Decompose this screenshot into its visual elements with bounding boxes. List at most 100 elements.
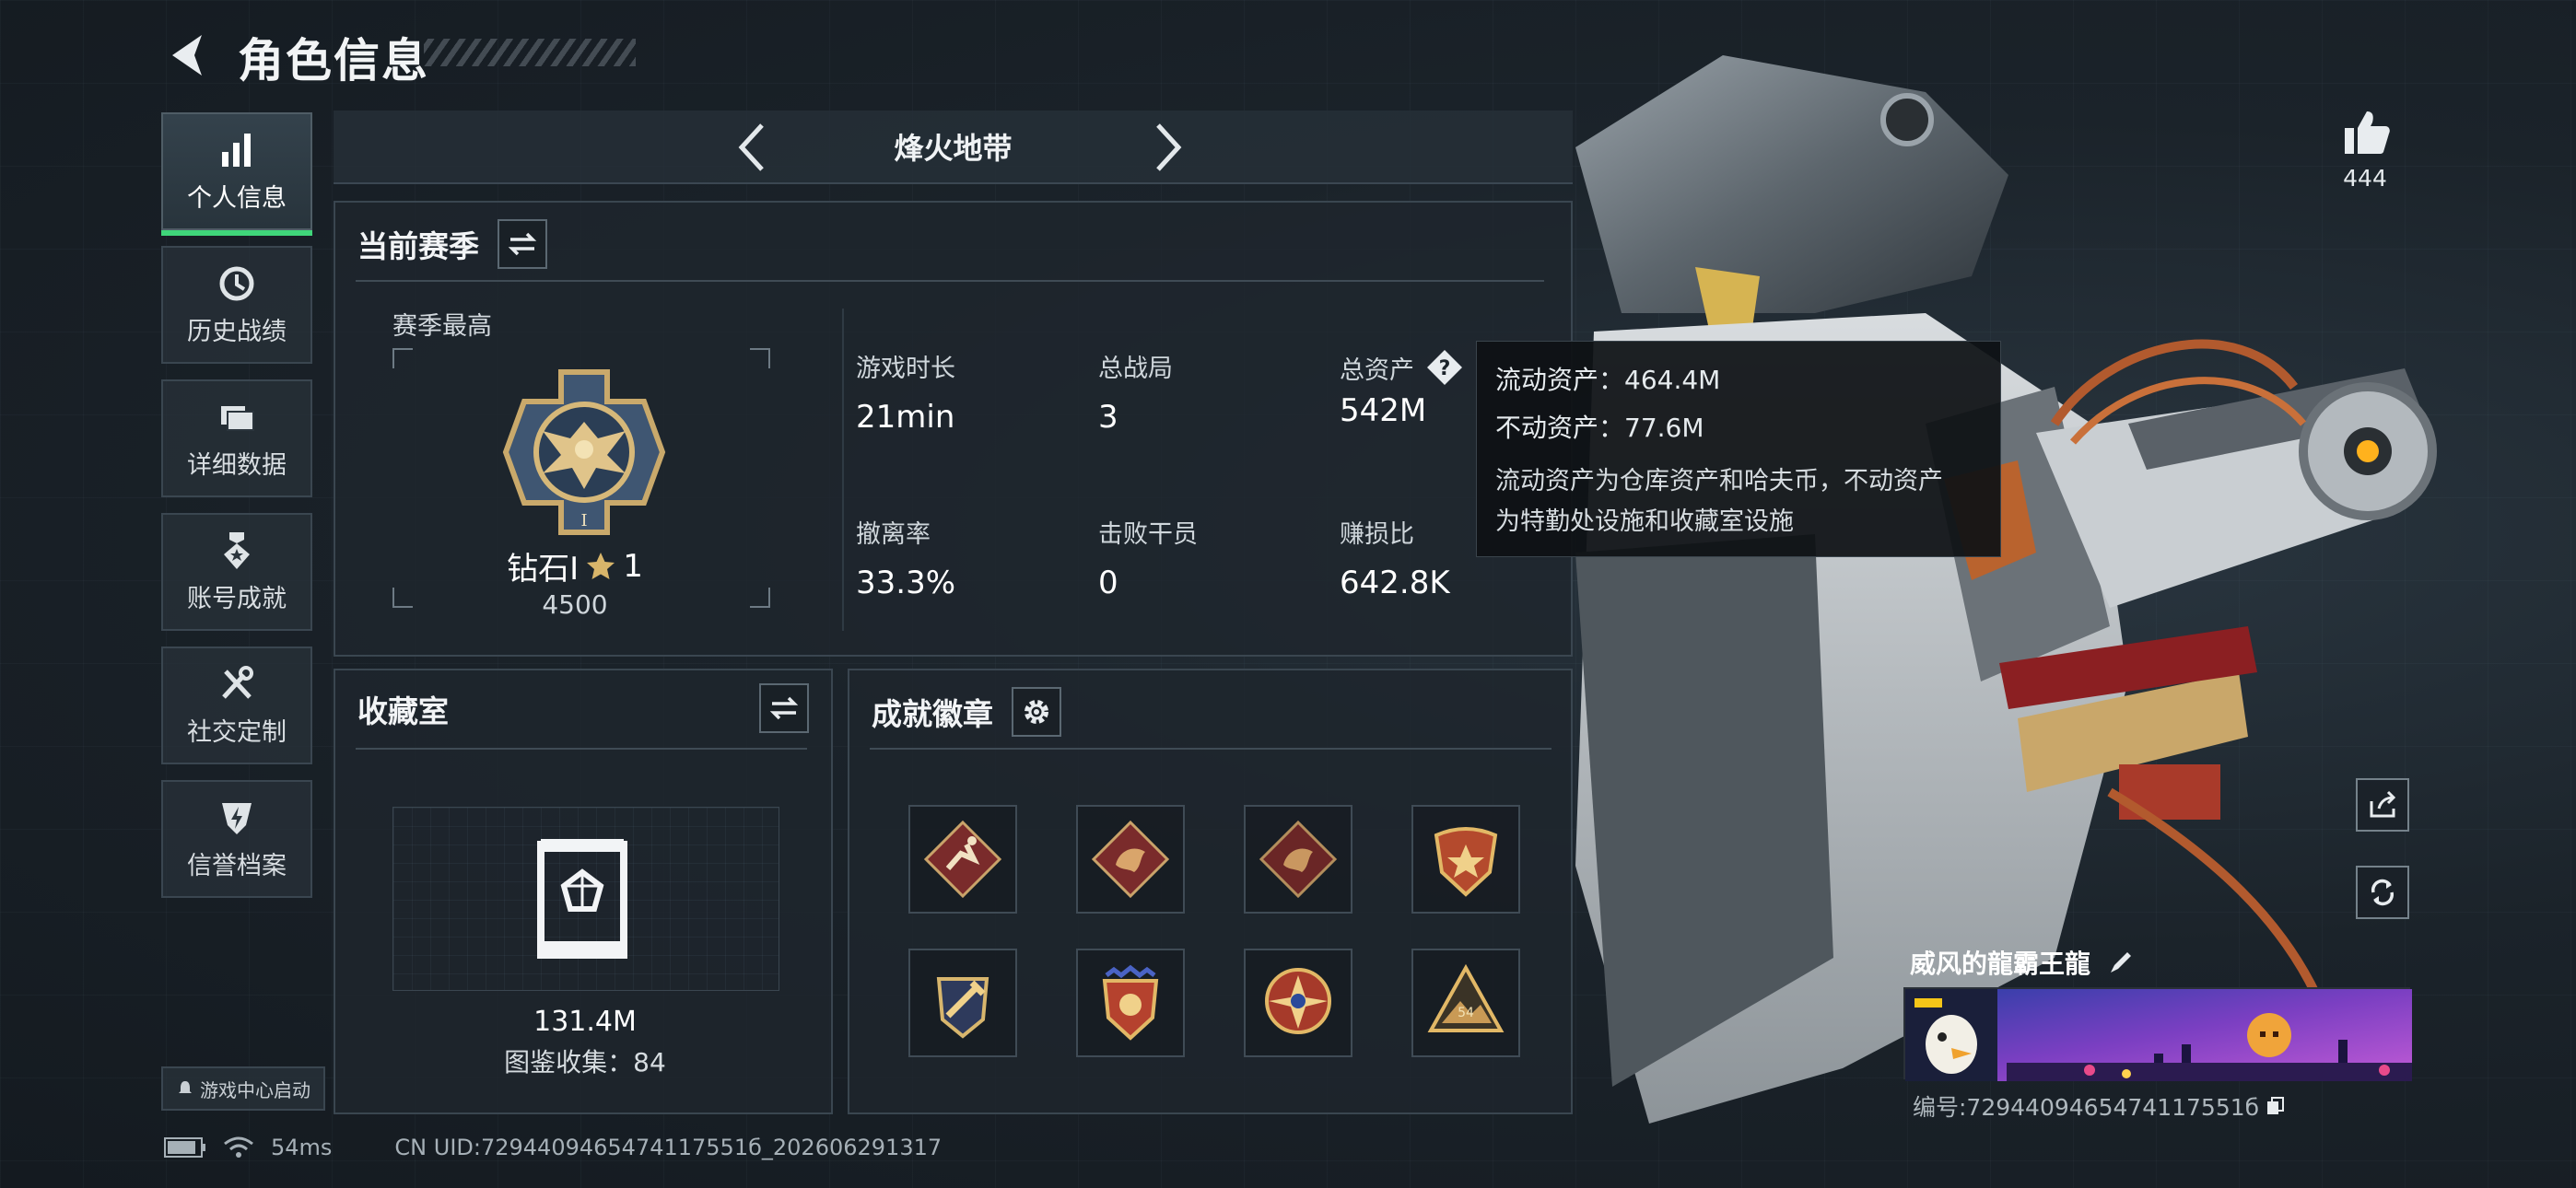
diamond-rank-emblem-icon: I [502, 369, 666, 535]
rank-score: 4500 [542, 589, 608, 620]
map-selector: 烽火地带 [334, 111, 1573, 184]
achievement-badge[interactable] [1076, 805, 1185, 914]
history-clock-icon [219, 266, 254, 300]
frame-corner [392, 588, 413, 608]
help-question-icon[interactable]: ? [1425, 348, 1464, 387]
player-banner[interactable] [1903, 987, 2412, 1081]
stat-label: 撤离率 [856, 520, 931, 549]
stat-label: 总资产 [1340, 355, 1414, 385]
like-button[interactable]: 444 [2331, 106, 2399, 192]
svg-text:?: ? [1439, 357, 1451, 380]
launch-label: 游戏中心启动 [200, 1078, 310, 1101]
star-icon [587, 552, 615, 579]
season-switch-button[interactable] [498, 219, 547, 269]
nav-item-reputation[interactable]: 信誉档案 [161, 780, 312, 898]
collection-preview[interactable] [392, 807, 779, 991]
map-prev-button[interactable] [725, 120, 780, 175]
dragon-badge-icon [1259, 820, 1338, 899]
achievement-badge[interactable] [1244, 805, 1352, 914]
collection-switch-button[interactable] [759, 683, 809, 733]
folder-icon [221, 405, 254, 431]
bar-chart-icon [222, 133, 251, 167]
season-title: 当前赛季 [357, 228, 479, 264]
season-panel: 当前赛季 赛季最高 I 钻石Ⅰ 1 4500 游戏时长 21min 总战局 3 … [334, 201, 1573, 657]
codex-collection-label: 图鉴收集：84 [504, 1047, 666, 1077]
stat-total-assets: 总资产 ? 542M [1340, 348, 1464, 429]
nav-item-achievements[interactable]: 账号成就 [161, 513, 312, 631]
back-button[interactable] [161, 28, 217, 83]
achievement-badge[interactable] [908, 805, 1017, 914]
tooltip-fixed-assets: 不动资产：77.6M [1495, 413, 1704, 443]
stat-value: 21min [856, 399, 955, 436]
swap-icon [769, 696, 799, 720]
share-icon [2370, 790, 2396, 818]
stat-value: 0 [1098, 565, 1118, 601]
frame-corner [750, 348, 770, 368]
badge-number: 54 [1458, 1006, 1474, 1020]
tools-icon [222, 665, 253, 699]
uid-text: CN UID:7294409465474117551б_202606291317 [394, 1135, 943, 1160]
rank-line: 钻石Ⅰ 1 [437, 543, 713, 588]
back-arrow-icon [172, 35, 202, 76]
share-button[interactable] [2356, 778, 2409, 832]
assets-tooltip: 流动资产：464.4M 不动资产：77.6M 流动资产为仓库资产和哈夫币，不动资… [1476, 341, 2001, 557]
achievement-title: 成就徽章 [872, 696, 993, 732]
stat-operators-defeated: 击败干员 0 [1098, 514, 1198, 601]
stat-value: 3 [1098, 399, 1118, 436]
nav-item-profile[interactable]: 个人信息 [161, 112, 312, 236]
rotate-button[interactable] [2356, 866, 2409, 919]
nav-label: 信誉档案 [187, 851, 287, 880]
gear-icon [1025, 700, 1048, 724]
rank-stars: 1 [623, 547, 643, 585]
nav-item-details[interactable]: 详细数据 [161, 379, 312, 497]
nav-item-history[interactable]: 历史战绩 [161, 246, 312, 364]
chevron-left-icon [738, 123, 764, 171]
divider [842, 309, 844, 631]
season-best-label: 赛季最高 [392, 312, 492, 341]
title-decoration [424, 39, 636, 66]
map-next-button[interactable] [1140, 120, 1195, 175]
nav-label: 历史战绩 [187, 317, 287, 346]
runner-badge-icon [923, 820, 1002, 899]
player-id-row: 编号:7294409465474117551б [1913, 1089, 2287, 1123]
nav-item-social[interactable]: 社交定制 [161, 646, 312, 764]
achievement-settings-button[interactable] [1012, 687, 1061, 737]
stat-profit-loss-ratio: 赚损比 642.8K [1340, 514, 1450, 601]
copy-icon[interactable] [2265, 1095, 2287, 1117]
collection-title: 收藏室 [357, 693, 449, 729]
collection-value: 131.4M [533, 1006, 637, 1038]
ping-value: 54ms [271, 1135, 333, 1160]
swap-icon [508, 232, 537, 256]
achievement-badge[interactable] [908, 949, 1017, 1057]
game-center-launch-button[interactable]: 游戏中心启动 [161, 1066, 325, 1111]
edit-pencil-icon[interactable] [2107, 949, 2135, 976]
achievement-panel: 成就徽章 54 [848, 669, 1573, 1114]
status-footer: 54ms CN UID:7294409465474117551б_2026062… [164, 1135, 942, 1160]
battery-icon [164, 1137, 205, 1158]
banner-artwork [1905, 989, 2412, 1081]
mountain-54-badge-icon [1427, 963, 1505, 1032]
display-case-icon [537, 839, 627, 959]
stat-value: 642.8K [1340, 565, 1450, 601]
stat-label: 游戏时长 [856, 355, 955, 383]
stat-label: 赚损比 [1340, 520, 1414, 549]
player-name: 威风的龍霸王龍 [1910, 949, 2091, 979]
stat-play-time: 游戏时长 21min [856, 348, 955, 436]
page-title: 角色信息 [238, 34, 429, 87]
achievement-badge[interactable] [1244, 949, 1352, 1057]
achievement-badge[interactable]: 54 [1411, 949, 1520, 1057]
divider [870, 748, 1551, 750]
side-nav: 个人信息 历史战绩 详细数据 账号成就 社交定制 信誉档案 [161, 112, 312, 914]
tooltip-liquid-assets: 流动资产：464.4M [1495, 365, 1721, 395]
star-shield-badge-icon [1434, 827, 1498, 897]
player-name-row: 威风的龍霸王龍 [1910, 944, 2135, 981]
refresh-icon [2371, 879, 2395, 906]
stat-value: 542M [1340, 392, 1427, 429]
dragon-badge-icon [1091, 820, 1170, 899]
achievement-badge[interactable] [1411, 805, 1520, 914]
achievement-badge[interactable] [1076, 949, 1185, 1057]
player-id: 编号:7294409465474117551б [1913, 1094, 2260, 1121]
chevron-right-icon [1156, 123, 1182, 171]
tooltip-note-2: 为特勤处设施和收藏室设施 [1495, 507, 1794, 536]
stat-total-matches: 总战局 3 [1098, 348, 1173, 436]
